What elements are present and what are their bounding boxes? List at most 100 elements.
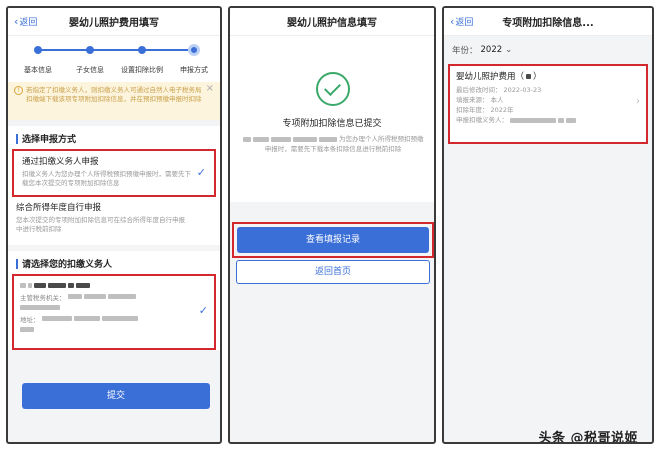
- nav-bar: 婴幼儿照护信息填写: [230, 8, 434, 36]
- agent-name-row: [20, 280, 208, 291]
- redacted-text: [34, 283, 46, 288]
- success-desc: 为您办理个人所得税预扣预缴申报时，需要先下载本条扣除信息进行税前扣除: [242, 134, 424, 154]
- record-title-text: 婴幼儿照护费用（: [456, 72, 525, 82]
- address-row: 地址：: [20, 313, 208, 324]
- option-desc: 您本次提交的专项附加扣除信息可在综合所得年度自行申报中进行税前扣除: [16, 216, 185, 233]
- method-section-title: 选择申报方式: [22, 135, 77, 145]
- redacted-text: [270, 136, 291, 142]
- address-label: 地址：: [20, 315, 40, 324]
- back-button[interactable]: ‹ 返回: [14, 15, 37, 28]
- nav-bar: ‹ 返回 婴幼儿照护费用填写: [8, 8, 220, 36]
- step-label: 设置扣除比例: [121, 66, 163, 74]
- agent-label: 申报扣缴义务人：: [456, 116, 508, 124]
- step-dot: [86, 46, 94, 54]
- redacted-text: [20, 283, 26, 288]
- view-records-button[interactable]: 查看填报记录: [237, 227, 429, 253]
- redacted-text: [526, 73, 532, 79]
- redacted-text: [67, 294, 82, 299]
- step-label: 基本信息: [24, 66, 52, 74]
- info-icon: !: [14, 86, 23, 95]
- check-mark: [324, 79, 341, 96]
- redacted-text: [73, 316, 100, 321]
- page-title: 专项附加扣除信息...: [502, 18, 594, 29]
- option-desc: 扣缴义务人为您办理个人所得税预扣预缴申报时，需要先下载您本次提交的专项附加扣除信…: [22, 170, 191, 187]
- notice-text: 若指定了扣缴义务人，则扣缴义务人可通过自然人电子税务局扣缴端下载该项专项附加扣除…: [26, 86, 202, 103]
- record-line: 扣除年度： 2022年: [456, 105, 640, 115]
- section-heading: 选择申报方式: [8, 126, 220, 149]
- source-value: 本人: [490, 96, 504, 104]
- step-dot: [138, 46, 146, 54]
- redacted-text: [558, 117, 564, 123]
- redacted-text: [318, 136, 337, 142]
- record-line: 申报扣缴义务人：: [456, 115, 640, 125]
- check-icon: ✓: [196, 166, 206, 179]
- agent-card[interactable]: 主管税务机关： 地址： ✓: [12, 274, 216, 350]
- record-title: 婴幼儿照护费用（ ）: [456, 70, 640, 82]
- back-home-button[interactable]: 返回首页: [236, 260, 430, 284]
- screen-expense-form: ‹ 返回 婴幼儿照护费用填写 基本信息 子女信息 设置扣除比例 申报方式 ! 若…: [6, 6, 222, 444]
- redacted-text: [101, 316, 138, 321]
- redacted-text: [510, 117, 556, 123]
- deduct-year-label: 扣除年度：: [456, 106, 489, 114]
- chevron-left-icon: ‹: [14, 15, 19, 28]
- option-title: 综合所得年度自行申报: [16, 203, 102, 213]
- step-progress: 基本信息 子女信息 设置扣除比例 申报方式: [8, 36, 220, 82]
- screen-deduction-records: ‹ 返回 专项附加扣除信息... 年份： 2022 ⌄ 婴幼儿照护费用（ ） 最…: [442, 6, 654, 444]
- option-title: 通过扣缴义务人申报: [22, 157, 99, 167]
- close-icon[interactable]: ×: [206, 84, 214, 94]
- year-value: 2022: [480, 45, 503, 55]
- redacted-text: [48, 283, 66, 288]
- year-selector[interactable]: 年份： 2022 ⌄: [444, 36, 652, 60]
- redacted-text: [20, 327, 34, 332]
- redacted-text: [41, 316, 72, 321]
- section-heading: 请选择您的扣缴义务人: [8, 251, 220, 274]
- source-label: 填报来源：: [456, 96, 489, 104]
- option-withholding-agent[interactable]: 通过扣缴义务人申报 扣缴义务人为您办理个人所得税预扣预缴申报时，需要先下载您本次…: [12, 149, 216, 197]
- redacted-text: [20, 305, 60, 310]
- record-title-end: ）: [533, 72, 542, 82]
- tax-office-label: 主管税务机关：: [20, 293, 66, 302]
- chevron-down-icon: ⌄: [505, 45, 513, 55]
- year-label: 年份：: [452, 46, 478, 56]
- watermark: 头条 @税哥说姬: [538, 431, 638, 444]
- redacted-text: [83, 294, 106, 299]
- redacted-row: [20, 324, 208, 335]
- record-card[interactable]: 婴幼儿照护费用（ ） 最后修改时间： 2022-03-23 填报来源： 本人 扣…: [448, 64, 648, 144]
- submit-button[interactable]: 提交: [22, 383, 210, 409]
- step-line: [38, 49, 194, 51]
- success-title: 专项附加扣除信息已提交: [282, 119, 382, 129]
- chevron-left-icon: ‹: [450, 15, 455, 28]
- check-icon: ✓: [198, 304, 208, 317]
- option-self-declare[interactable]: 综合所得年度自行申报 您本次提交的专项附加扣除信息可在综合所得年度自行申报中进行…: [8, 197, 220, 245]
- agent-section: 请选择您的扣缴义务人 主管税务机关： 地址： ✓: [8, 251, 220, 350]
- redacted-row: [20, 302, 208, 313]
- deduct-year-value: 2022年: [490, 106, 514, 114]
- success-panel: 专项附加扣除信息已提交 为您办理个人所得税预扣预缴申报时，需要先下载本条扣除信息…: [230, 36, 434, 202]
- heading-bar: [16, 133, 18, 144]
- redacted-text: [292, 136, 317, 142]
- screen-submit-success: 婴幼儿照护信息填写 专项附加扣除信息已提交 为您办理个人所得税预扣预缴申报时，需…: [228, 6, 436, 444]
- redacted-text: [76, 283, 90, 288]
- nav-bar: ‹ 返回 专项附加扣除信息...: [444, 8, 652, 36]
- tax-office-row: 主管税务机关：: [20, 291, 208, 302]
- redacted-text: [28, 283, 32, 288]
- notice-banner: ! 若指定了扣缴义务人，则扣缴义务人可通过自然人电子税务局扣缴端下载该项专项附加…: [8, 82, 220, 120]
- method-section: 选择申报方式 通过扣缴义务人申报 扣缴义务人为您办理个人所得税预扣预缴申报时，需…: [8, 126, 220, 245]
- agent-section-title: 请选择您的扣缴义务人: [22, 260, 113, 270]
- step-dot: [34, 46, 42, 54]
- step-label: 申报方式: [180, 66, 208, 74]
- success-check-icon: [316, 72, 350, 106]
- step-label: 子女信息: [76, 66, 104, 74]
- redacted-text: [252, 136, 269, 142]
- highlight-box: 查看填报记录: [232, 222, 434, 258]
- page-title: 婴幼儿照护信息填写: [287, 18, 377, 29]
- chevron-right-icon: ›: [636, 96, 640, 107]
- back-button[interactable]: ‹ 返回: [450, 15, 473, 28]
- modified-value: 2022-03-23: [503, 86, 542, 94]
- back-label: 返回: [455, 18, 474, 28]
- page-title: 婴幼儿照护费用填写: [69, 18, 159, 29]
- heading-bar: [16, 258, 18, 269]
- step-dot-current: [188, 44, 200, 56]
- redacted-text: [107, 294, 136, 299]
- modified-label: 最后修改时间：: [456, 86, 502, 94]
